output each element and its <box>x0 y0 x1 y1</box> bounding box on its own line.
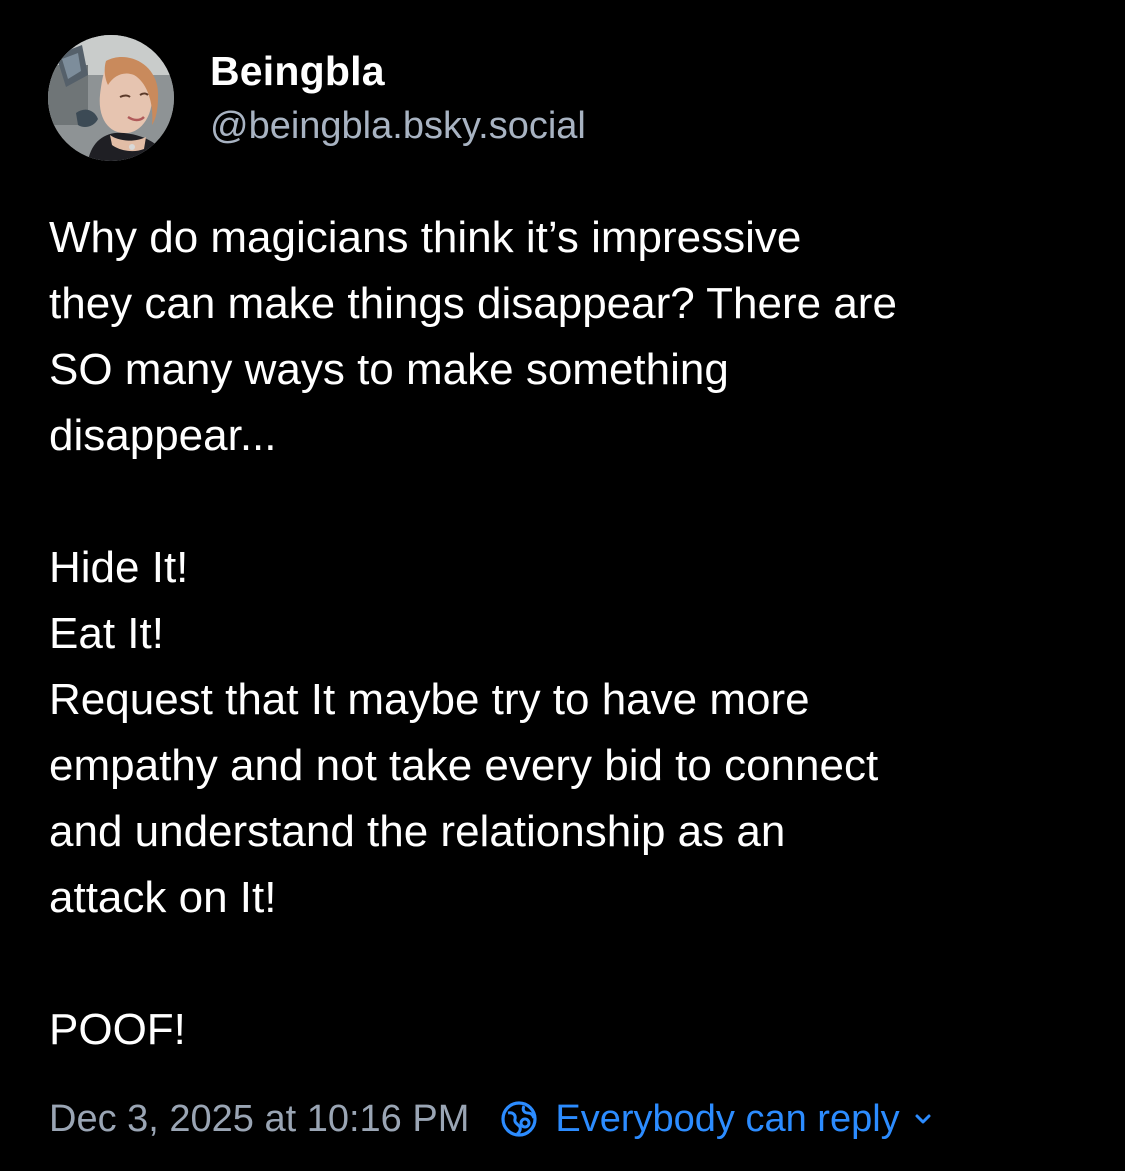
author-display-name[interactable]: Beingbla <box>210 47 586 95</box>
reply-setting-button[interactable]: Everybody can reply <box>499 1092 933 1146</box>
post-container: Beingbla @beingbla.bsky.social Why do ma… <box>0 0 1125 1171</box>
avatar[interactable] <box>48 35 174 161</box>
post-text-line: Why do magicians think it’s impressive <box>49 213 802 262</box>
post-text-line: Hide It! <box>49 543 189 592</box>
post-text-line: and understand the relationship as an <box>49 807 786 856</box>
post-text-line: Request that It maybe try to have more <box>49 675 810 724</box>
post-text-line: SO many ways to make something <box>49 345 729 394</box>
post-text-line: empathy and not take every bid to connec… <box>49 741 879 790</box>
post-footer: Dec 3, 2025 at 10:16 PM Everybody can re… <box>49 1092 934 1146</box>
post-text-line: disappear... <box>49 411 277 460</box>
reply-setting-label: Everybody can reply <box>555 1098 900 1140</box>
post-text-line: they can make things disappear? There ar… <box>49 279 897 328</box>
post-text: Why do magicians think it’s impressive t… <box>49 205 1089 1063</box>
post-text-line: Eat It! <box>49 609 164 658</box>
globe-icon <box>499 1099 539 1139</box>
author-handle[interactable]: @beingbla.bsky.social <box>210 103 586 149</box>
post-text-line: POOF! <box>49 1005 186 1054</box>
post-text-line: attack on It! <box>49 873 277 922</box>
avatar-photo <box>48 35 174 161</box>
post-header: Beingbla @beingbla.bsky.social <box>48 34 586 162</box>
chevron-down-icon <box>912 1108 934 1130</box>
author-names: Beingbla @beingbla.bsky.social <box>210 47 586 149</box>
post-timestamp[interactable]: Dec 3, 2025 at 10:16 PM <box>49 1092 469 1146</box>
